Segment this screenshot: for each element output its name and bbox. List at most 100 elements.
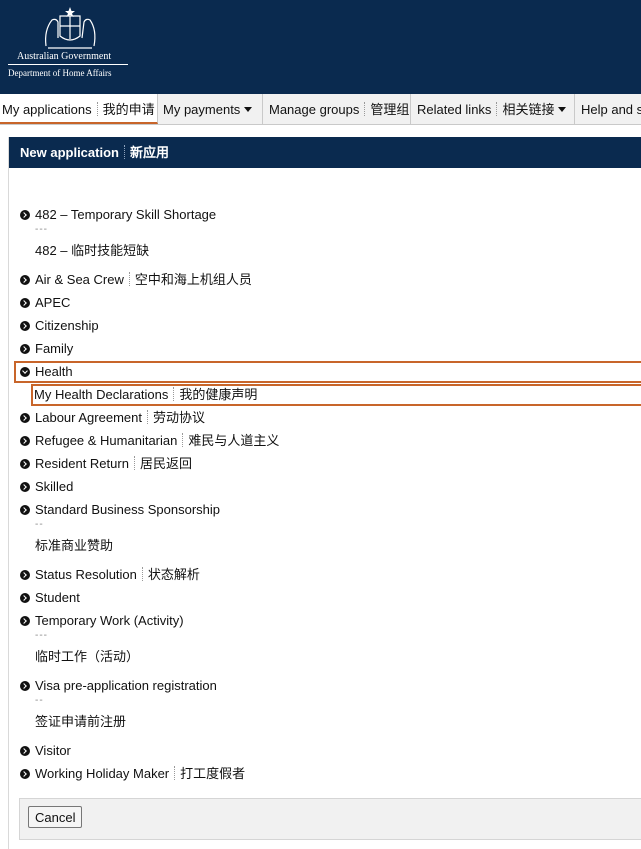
nav-related-links[interactable]: Related links 相关链接: [411, 94, 575, 124]
category-refugee-humanitarian[interactable]: Refugee & Humanitarian 难民与人道主义: [20, 432, 279, 450]
dropdown-caret-icon: [244, 107, 253, 112]
panel-title-en: New application: [20, 145, 119, 160]
chevron-right-icon: [20, 769, 30, 779]
gov-name: Australian Government: [17, 51, 112, 62]
category-visa-pre-application-registration[interactable]: Visa pre-application registration: [20, 677, 217, 695]
separator: [123, 145, 125, 159]
category-label: 482 – Temporary Skill Shortage: [35, 207, 217, 222]
category-label-cn: 空中和海上机组人员: [134, 272, 252, 287]
form-footer: Cancel: [19, 798, 641, 840]
chevron-right-icon: [20, 275, 30, 285]
category-apec[interactable]: APEC: [20, 294, 70, 312]
category-label: Standard Business Sponsorship: [35, 502, 221, 517]
dropdown-caret-icon: [558, 107, 567, 112]
health-highlight: [14, 361, 641, 383]
chevron-right-icon: [20, 593, 30, 603]
chevron-right-icon: [20, 482, 30, 492]
nav-help[interactable]: Help and s: [575, 94, 641, 124]
nav-label-cn: 我的申请: [102, 102, 155, 117]
category-label: Refugee & Humanitarian: [35, 433, 178, 448]
separator: [364, 102, 366, 116]
separator: [174, 766, 176, 780]
category-label: Visitor: [35, 743, 71, 758]
separator: [496, 102, 498, 116]
category-family[interactable]: Family: [20, 340, 73, 358]
main-nav: My applications 我的申请 My payments Manage g…: [0, 94, 641, 125]
chevron-right-icon: [20, 681, 30, 691]
separator: [96, 102, 98, 116]
category-working-holiday-maker[interactable]: Working Holiday Maker 打工度假者: [20, 765, 245, 783]
category-label: Family: [35, 341, 74, 356]
chevron-right-icon: [20, 616, 30, 626]
category-label-cn[interactable]: 签证申请前注册: [35, 711, 126, 730]
category-label: Status Resolution: [35, 567, 137, 582]
separator-dashes: ---: [35, 630, 48, 641]
separator: [128, 272, 130, 286]
nav-my-payments[interactable]: My payments: [158, 94, 263, 124]
category-labour-agreement[interactable]: Labour Agreement 劳动协议: [20, 409, 205, 427]
chevron-right-icon: [20, 746, 30, 756]
category-482-temporary-skill-shortage[interactable]: 482 – Temporary Skill Shortage: [20, 206, 216, 224]
panel-header: New application 新应用: [9, 137, 641, 168]
category-label: Air & Sea Crew: [35, 272, 124, 287]
chevron-right-icon: [20, 413, 30, 423]
nav-label: Help and s: [581, 102, 641, 117]
nav-label-cn: 相关链接: [502, 102, 555, 117]
panel-title: New application 新应用: [20, 137, 169, 168]
category-label-cn: 难民与人道主义: [188, 433, 280, 448]
cancel-button[interactable]: Cancel: [28, 806, 83, 828]
category-visitor[interactable]: Visitor: [20, 742, 71, 760]
category-label: Citizenship: [35, 318, 99, 333]
separator: [133, 456, 135, 470]
chevron-right-icon: [20, 436, 30, 446]
separator: [141, 567, 143, 581]
separator: [173, 387, 175, 401]
category-label: Temporary Work (Activity): [35, 613, 184, 628]
category-label-cn: 打工度假者: [180, 766, 246, 781]
chevron-right-icon: [20, 344, 30, 354]
site-header: Australian Government Department of Home…: [0, 0, 641, 94]
separator-dashes: --: [35, 519, 44, 530]
category-label-cn: 居民返回: [139, 456, 192, 471]
nav-label: My applications: [2, 102, 92, 117]
department-name: Department of Home Affairs: [8, 68, 112, 78]
nav-label: Related links: [417, 102, 492, 117]
category-label: Resident Return: [35, 456, 129, 471]
nav-label-cn: 管理组: [370, 102, 410, 117]
separator-dashes: ---: [35, 224, 48, 235]
nav-label: Manage groups: [269, 102, 360, 117]
category-label: Working Holiday Maker: [35, 766, 170, 781]
category-label-cn: 劳动协议: [152, 410, 205, 425]
category-citizenship[interactable]: Citizenship: [20, 317, 99, 335]
category-air-sea-crew[interactable]: Air & Sea Crew 空中和海上机组人员: [20, 271, 252, 289]
nav-label: My payments: [163, 102, 241, 117]
coat-of-arms-logo: [45, 7, 96, 49]
chevron-right-icon: [20, 321, 30, 331]
chevron-right-icon: [20, 505, 30, 515]
category-label: Visa pre-application registration: [35, 678, 217, 693]
separator: [182, 433, 184, 447]
chevron-right-icon: [20, 298, 30, 308]
category-label-cn[interactable]: 临时工作（活动）: [35, 646, 139, 665]
separator-dashes: --: [35, 695, 44, 706]
header-divider: [8, 64, 128, 65]
category-label-cn[interactable]: 标准商业赞助: [35, 535, 113, 554]
nav-manage-groups[interactable]: Manage groups 管理组: [263, 94, 411, 124]
category-skilled[interactable]: Skilled: [20, 478, 73, 496]
link-label: My Health Declarations: [34, 387, 169, 402]
category-resident-return[interactable]: Resident Return 居民返回: [20, 455, 192, 473]
my-health-declarations-link[interactable]: My Health Declarations 我的健康声明: [34, 386, 257, 404]
separator: [146, 410, 148, 424]
chevron-right-icon: [20, 570, 30, 580]
category-label-cn[interactable]: 482 – 临时技能短缺: [35, 240, 149, 259]
category-temporary-work-activity[interactable]: Temporary Work (Activity): [20, 612, 184, 630]
category-standard-business-sponsorship[interactable]: Standard Business Sponsorship: [20, 501, 220, 519]
category-student[interactable]: Student: [20, 589, 80, 607]
panel-title-cn: 新应用: [129, 145, 169, 160]
nav-my-applications[interactable]: My applications 我的申请: [0, 94, 158, 124]
category-label: Labour Agreement: [35, 410, 142, 425]
category-label: APEC: [35, 295, 71, 310]
chevron-right-icon: [20, 459, 30, 469]
chevron-right-icon: [20, 210, 30, 220]
category-status-resolution[interactable]: Status Resolution 状态解析: [20, 566, 200, 584]
